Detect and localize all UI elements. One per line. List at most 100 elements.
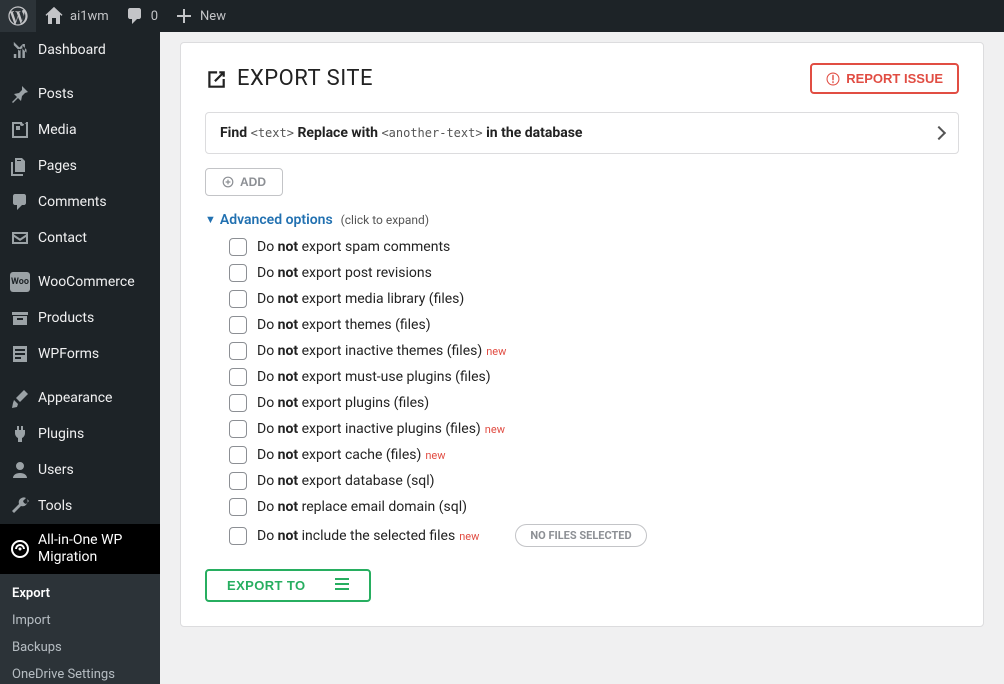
sidebar-item-contact[interactable]: Contact bbox=[0, 220, 160, 256]
advanced-options-hint: (click to expand) bbox=[341, 213, 429, 227]
submenu-item-export[interactable]: Export bbox=[0, 580, 160, 607]
advanced-option-spam: Do not export spam comments bbox=[229, 238, 959, 256]
report-issue-label: REPORT ISSUE bbox=[846, 71, 943, 86]
export-panel: EXPORT SITE REPORT ISSUE Find <text> Rep… bbox=[180, 42, 984, 627]
advanced-option-checkbox[interactable] bbox=[229, 238, 247, 256]
submenu-label: Import bbox=[12, 613, 51, 628]
sidebar-item-woocommerce[interactable]: Woo WooCommerce bbox=[0, 264, 160, 300]
archive-icon bbox=[10, 308, 30, 328]
export-to-button[interactable]: EXPORT TO bbox=[205, 569, 371, 602]
comment-icon bbox=[10, 192, 30, 212]
advanced-option-label[interactable]: Do not export plugins (files) bbox=[257, 395, 429, 411]
sidebar-item-products[interactable]: Products bbox=[0, 300, 160, 336]
comments-menu[interactable]: 0 bbox=[117, 0, 166, 32]
new-tag: new bbox=[459, 530, 479, 543]
sidebar-item-dashboard[interactable]: Dashboard bbox=[0, 32, 160, 68]
sidebar-item-plugins[interactable]: Plugins bbox=[0, 416, 160, 452]
report-issue-button[interactable]: REPORT ISSUE bbox=[810, 63, 959, 94]
sidebar-item-users[interactable]: Users bbox=[0, 452, 160, 488]
migration-icon bbox=[10, 539, 30, 559]
sidebar-label: Users bbox=[38, 462, 74, 478]
sidebar-label: Pages bbox=[38, 158, 77, 174]
find-replace-row[interactable]: Find <text> Replace with <another-text> … bbox=[205, 112, 959, 154]
advanced-option-checkbox[interactable] bbox=[229, 420, 247, 438]
submenu-label: Backups bbox=[12, 640, 62, 655]
advanced-option-label[interactable]: Do not export must-use plugins (files) bbox=[257, 369, 491, 385]
wordpress-logo-icon bbox=[8, 6, 28, 26]
plugin-icon bbox=[10, 424, 30, 444]
advanced-option-label[interactable]: Do not export inactive themes (files)new bbox=[257, 343, 506, 359]
sidebar-label: Comments bbox=[38, 194, 107, 210]
no-files-selected-pill[interactable]: NO FILES SELECTED bbox=[515, 524, 646, 547]
advanced-option-checkbox[interactable] bbox=[229, 498, 247, 516]
submenu-item-backups[interactable]: Backups bbox=[0, 634, 160, 661]
wrench-icon bbox=[10, 496, 30, 516]
add-button[interactable]: ADD bbox=[205, 168, 283, 196]
sidebar-item-comments[interactable]: Comments bbox=[0, 184, 160, 220]
advanced-option-cache: Do not export cache (files)new bbox=[229, 446, 959, 464]
wp-logo-menu[interactable] bbox=[0, 0, 36, 32]
advanced-option-label[interactable]: Do not include the selected filesnew bbox=[257, 528, 479, 544]
submenu-label: Export bbox=[12, 586, 50, 601]
advanced-option-checkbox[interactable] bbox=[229, 472, 247, 490]
submenu-label: OneDrive Settings bbox=[12, 667, 115, 682]
replace-placeholder: <another-text> bbox=[381, 126, 482, 140]
brush-icon bbox=[10, 388, 30, 408]
advanced-options-label: Advanced options bbox=[220, 212, 333, 228]
triangle-down-icon: ▼ bbox=[205, 213, 216, 226]
sidebar-item-wpforms[interactable]: WPForms bbox=[0, 336, 160, 372]
new-content-menu[interactable]: New bbox=[166, 0, 234, 32]
advanced-option-checkbox[interactable] bbox=[229, 527, 247, 545]
sidebar-item-posts[interactable]: Posts bbox=[0, 76, 160, 112]
advanced-option-label[interactable]: Do not export inactive plugins (files)ne… bbox=[257, 421, 505, 437]
find-label: Find bbox=[220, 125, 247, 141]
sidebar-label: Tools bbox=[38, 498, 72, 514]
new-tag: new bbox=[486, 345, 506, 358]
sidebar-item-ai1wm[interactable]: All-in-One WP Migration bbox=[0, 524, 160, 574]
sidebar-label: Dashboard bbox=[38, 42, 106, 58]
submenu-item-onedrive[interactable]: OneDrive Settings bbox=[0, 661, 160, 684]
sidebar-label: Plugins bbox=[38, 426, 84, 442]
pin-icon bbox=[10, 84, 30, 104]
advanced-option-label[interactable]: Do not export database (sql) bbox=[257, 473, 435, 489]
advanced-option-label[interactable]: Do not export post revisions bbox=[257, 265, 432, 281]
home-icon bbox=[44, 6, 64, 26]
add-button-label: ADD bbox=[240, 175, 266, 189]
advanced-option-database: Do not export database (sql) bbox=[229, 472, 959, 490]
sidebar-item-appearance[interactable]: Appearance bbox=[0, 380, 160, 416]
chevron-right-icon bbox=[932, 126, 946, 140]
sidebar-item-pages[interactable]: Pages bbox=[0, 148, 160, 184]
comment-icon bbox=[125, 6, 145, 26]
advanced-options-toggle[interactable]: ▼ Advanced options (click to expand) bbox=[205, 212, 959, 228]
panel-header: EXPORT SITE REPORT ISSUE bbox=[205, 63, 959, 94]
page-body: EXPORT SITE REPORT ISSUE Find <text> Rep… bbox=[160, 32, 1004, 684]
submenu-item-import[interactable]: Import bbox=[0, 607, 160, 634]
advanced-option-label[interactable]: Do not replace email domain (sql) bbox=[257, 499, 467, 515]
advanced-option-checkbox[interactable] bbox=[229, 316, 247, 334]
plus-icon bbox=[174, 6, 194, 26]
advanced-option-selected_files: Do not include the selected filesnew NO F… bbox=[229, 524, 959, 547]
page-title-text: EXPORT SITE bbox=[237, 66, 373, 91]
advanced-option-email_domain: Do not replace email domain (sql) bbox=[229, 498, 959, 516]
find-placeholder: <text> bbox=[251, 126, 294, 140]
sidebar-label: Products bbox=[38, 310, 94, 326]
advanced-option-label[interactable]: Do not export cache (files)new bbox=[257, 447, 446, 463]
sidebar-label: Contact bbox=[38, 230, 87, 246]
sidebar-item-media[interactable]: Media bbox=[0, 112, 160, 148]
advanced-option-checkbox[interactable] bbox=[229, 264, 247, 282]
advanced-option-label[interactable]: Do not export themes (files) bbox=[257, 317, 431, 333]
sidebar-label: All-in-One WP Migration bbox=[38, 532, 150, 566]
export-to-label: EXPORT TO bbox=[227, 578, 305, 593]
advanced-option-checkbox[interactable] bbox=[229, 446, 247, 464]
advanced-option-checkbox[interactable] bbox=[229, 342, 247, 360]
advanced-option-checkbox[interactable] bbox=[229, 394, 247, 412]
advanced-option-post_revisions: Do not export post revisions bbox=[229, 264, 959, 282]
advanced-option-checkbox[interactable] bbox=[229, 368, 247, 386]
sidebar-item-tools[interactable]: Tools bbox=[0, 488, 160, 524]
advanced-option-label[interactable]: Do not export spam comments bbox=[257, 239, 450, 255]
site-name-menu[interactable]: ai1wm bbox=[36, 0, 117, 32]
advanced-option-label[interactable]: Do not export media library (files) bbox=[257, 291, 464, 307]
site-name-label: ai1wm bbox=[70, 9, 109, 24]
advanced-option-checkbox[interactable] bbox=[229, 290, 247, 308]
media-icon bbox=[10, 120, 30, 140]
